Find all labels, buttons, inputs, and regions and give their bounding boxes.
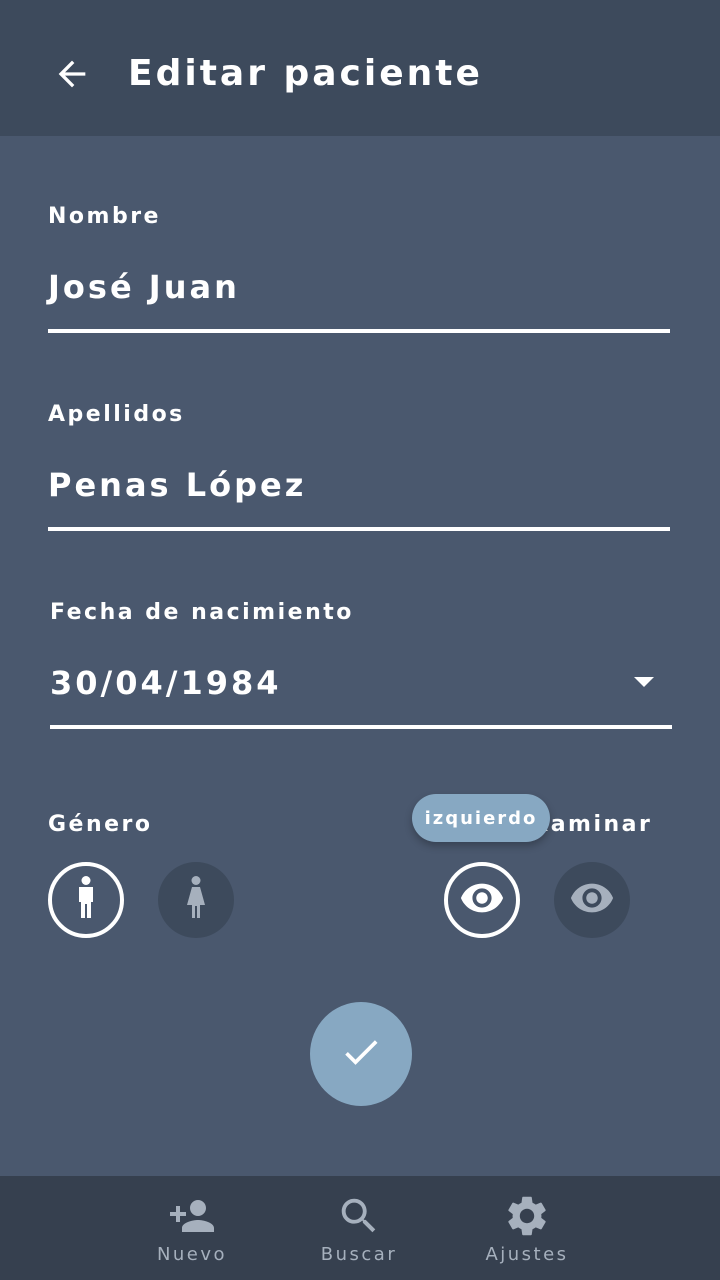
apellidos-label: Apellidos <box>48 402 185 427</box>
eye-icon <box>459 875 505 925</box>
eye-tooltip: izquierdo <box>412 794 550 842</box>
nav-item-nuevo[interactable]: Nuevo <box>127 1176 257 1280</box>
apellidos-underline <box>48 527 670 531</box>
dropdown-arrow-icon[interactable] <box>634 677 654 687</box>
save-button[interactable] <box>310 1002 412 1106</box>
nav-item-ajustes[interactable]: Ajustes <box>462 1176 592 1280</box>
female-icon <box>186 876 206 924</box>
gender-female-button[interactable] <box>158 862 234 938</box>
eye-icon <box>569 875 615 925</box>
person-add-icon <box>168 1192 216 1244</box>
apellidos-input[interactable]: Penas López <box>48 466 306 504</box>
nav-item-buscar[interactable]: Buscar <box>294 1176 424 1280</box>
back-button[interactable] <box>48 52 96 100</box>
nav-label-nuevo: Nuevo <box>156 1244 228 1265</box>
nav-label-ajustes: Ajustes <box>485 1244 569 1265</box>
app-bar: Editar paciente <box>0 0 720 136</box>
arrow-back-icon <box>52 54 92 98</box>
nombre-label: Nombre <box>48 204 161 229</box>
gender-male-button[interactable] <box>48 862 124 938</box>
eye-left-button[interactable] <box>444 862 520 938</box>
fecha-label: Fecha de nacimiento <box>50 600 354 625</box>
examinar-label: xaminar <box>534 812 653 837</box>
page-title: Editar paciente <box>128 53 483 94</box>
check-icon <box>339 1030 383 1078</box>
genero-label: Género <box>48 812 153 837</box>
bottom-navigation: Nuevo Buscar Ajustes <box>0 1176 720 1280</box>
nav-label-buscar: Buscar <box>320 1244 398 1265</box>
nombre-underline <box>48 329 670 333</box>
fecha-select[interactable]: 30/04/1984 <box>50 664 282 702</box>
search-icon <box>336 1193 382 1243</box>
male-icon <box>76 876 96 924</box>
fecha-underline <box>50 725 672 729</box>
nombre-input[interactable]: José Juan <box>48 268 240 306</box>
eye-right-button[interactable] <box>554 862 630 938</box>
settings-icon <box>503 1192 551 1244</box>
